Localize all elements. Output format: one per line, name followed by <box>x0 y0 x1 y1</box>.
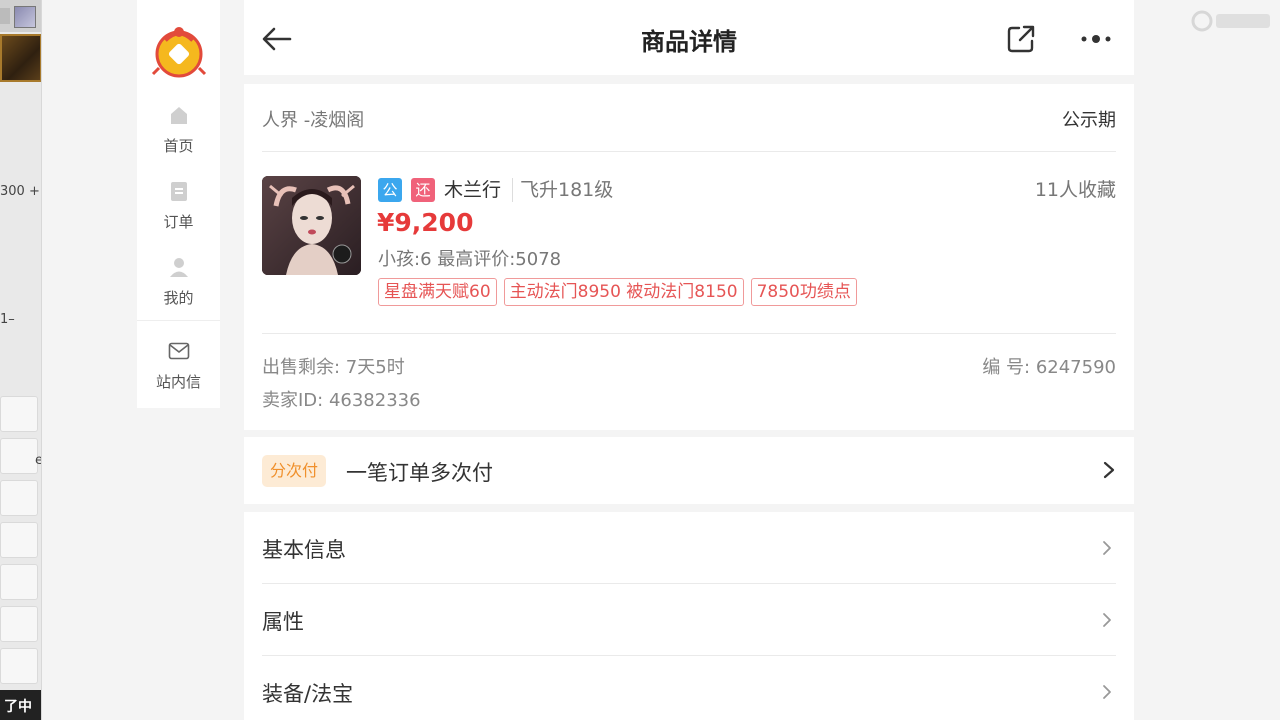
divider <box>262 151 1116 152</box>
background-game-thumbnail <box>0 34 41 82</box>
chevron-right-icon <box>1103 541 1111 555</box>
sidebar-item-label: 首页 <box>163 137 194 155</box>
background-cell[interactable] <box>0 648 38 684</box>
home-icon <box>170 107 187 124</box>
sidebar-item-label: 站内信 <box>155 373 201 391</box>
sidebar-item-mine[interactable]: 我的 <box>137 256 220 308</box>
sidebar-item-home[interactable]: 首页 <box>137 104 220 156</box>
favorites-count: 11人收藏 <box>1034 179 1116 201</box>
listing-status: 公示期 <box>1062 110 1116 131</box>
bargain-badge: 还 <box>411 178 435 202</box>
item-tag: 7850功绩点 <box>750 278 857 306</box>
chevron-right-icon <box>1103 685 1111 699</box>
section-label: 属性 <box>262 610 304 634</box>
item-tags: 星盘满天赋60 主动法门8950 被动法门8150 7850功绩点 <box>378 278 857 306</box>
background-cell[interactable] <box>0 606 38 642</box>
sidebar-item-label: 订单 <box>163 213 194 231</box>
detail-sections: 基本信息 属性 装备/法宝 <box>244 512 1134 720</box>
section-attributes[interactable]: 属性 <box>262 584 1116 656</box>
sidebar-item-messages[interactable]: 站内信 <box>137 340 220 392</box>
background-cell[interactable] <box>0 564 38 600</box>
server-row: 人界 -凌烟阁 公示期 <box>262 106 1116 132</box>
item-tag: 星盘满天赋60 <box>378 278 497 306</box>
section-label: 基本信息 <box>262 538 346 562</box>
item-card: 人界 -凌烟阁 公示期 公 还 木兰行 飞升181级 11人收藏 ¥9,200 … <box>244 84 1134 430</box>
mail-icon <box>168 342 189 360</box>
server-name: 人界 -凌烟阁 <box>262 110 365 131</box>
character-avatar[interactable] <box>262 176 361 275</box>
section-equipment[interactable]: 装备/法宝 <box>262 656 1116 720</box>
sidebar-item-label: 我的 <box>163 289 194 307</box>
background-cell[interactable] <box>0 522 38 558</box>
item-price: ¥9,200 <box>377 208 474 237</box>
chevron-right-icon <box>1103 461 1115 479</box>
seller-id: 卖家ID: 46382336 <box>262 390 421 411</box>
background-avatar <box>14 6 36 28</box>
sidebar: 首页 订单 我的 站内信 <box>137 0 220 408</box>
item-meta: 小孩:6 最高评价:5078 <box>378 249 562 270</box>
background-cell[interactable] <box>0 396 38 432</box>
app-logo[interactable] <box>151 18 207 78</box>
chevron-right-icon <box>1103 613 1111 627</box>
item-tag: 主动法门8950 被动法门8150 <box>503 278 744 306</box>
background-text: 1– <box>0 312 15 327</box>
watermark-logo <box>1191 10 1270 32</box>
share-icon[interactable] <box>1004 22 1038 56</box>
section-basic-info[interactable]: 基本信息 <box>262 512 1116 584</box>
divider <box>262 333 1116 334</box>
user-icon <box>169 258 188 277</box>
more-options-icon[interactable] <box>1076 26 1116 52</box>
background-dropdown-icon[interactable] <box>0 8 10 24</box>
background-bottom-bar: 了中 <box>0 690 41 720</box>
order-icon <box>170 182 187 201</box>
divider <box>512 178 513 202</box>
background-text: e <box>35 453 41 468</box>
page-title: 商品详情 <box>641 28 737 56</box>
sale-remaining: 出售剩余: 7天5时 <box>262 357 405 378</box>
item-name: 木兰行 <box>444 179 502 201</box>
background-window: 300 + 1– e 了中 <box>0 0 42 720</box>
installment-badge: 分次付 <box>262 455 327 487</box>
installment-text: 一笔订单多次付 <box>346 461 493 485</box>
public-badge: 公 <box>378 178 402 202</box>
serial-number: 编 号: 6247590 <box>982 357 1116 378</box>
background-text: 300 + <box>0 184 40 199</box>
section-label: 装备/法宝 <box>262 682 354 706</box>
background-cell[interactable]: e <box>0 438 41 474</box>
installment-row[interactable]: 分次付 一笔订单多次付 <box>244 437 1134 504</box>
background-cell[interactable] <box>0 480 38 516</box>
sidebar-divider <box>137 320 220 321</box>
sidebar-item-orders[interactable]: 订单 <box>137 180 220 232</box>
page-header: 商品详情 <box>244 0 1134 75</box>
item-level: 飞升181级 <box>520 179 614 201</box>
